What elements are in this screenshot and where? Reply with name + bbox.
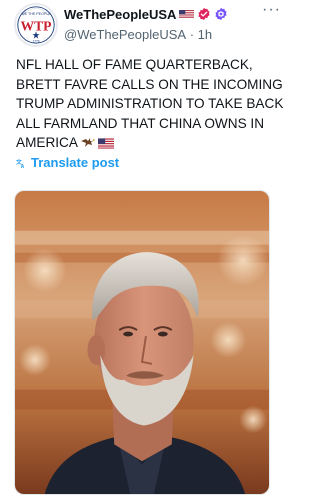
post-body: NFL HALL OF FAME QUARTERBACK, BRETT FAVR… <box>16 57 284 151</box>
translate-icon: 文 A <box>16 158 25 168</box>
svg-text:A: A <box>21 164 25 168</box>
post-card[interactable]: WE THE PEOPLE WTP 1776 WeThePeopleUSA @W… <box>0 0 295 500</box>
post-text: NFL HALL OF FAME QUARTERBACK, BRETT FAVR… <box>16 55 284 155</box>
avatar[interactable]: WE THE PEOPLE WTP 1776 <box>14 3 58 47</box>
avatar-top-text: WE THE PEOPLE <box>21 12 51 16</box>
eagle-icon <box>80 135 96 155</box>
post-header: WeThePeopleUSA @WeThePeopleUSA · 1h <box>64 6 260 42</box>
separator: · <box>189 27 195 43</box>
more-options-icon[interactable]: ··· <box>262 2 281 18</box>
avatar-year: 1776 <box>32 39 39 43</box>
translate-post-link[interactable]: 文 A Translate post <box>16 155 119 170</box>
wtp-logo: WE THE PEOPLE WTP 1776 <box>17 6 55 44</box>
handle[interactable]: @WeThePeopleUSA <box>64 27 186 42</box>
avatar-logo-text: WTP <box>20 18 51 33</box>
translate-label[interactable]: Translate post <box>31 155 119 170</box>
us-flag-icon <box>179 9 195 19</box>
affiliate-badge-icon[interactable] <box>214 7 228 21</box>
timestamp[interactable]: 1h <box>198 27 212 42</box>
us-flag-emoji-icon <box>97 135 114 155</box>
verified-badge-icon[interactable] <box>197 7 211 21</box>
display-name[interactable]: WeThePeopleUSA <box>64 7 176 22</box>
post-image[interactable] <box>14 190 270 495</box>
